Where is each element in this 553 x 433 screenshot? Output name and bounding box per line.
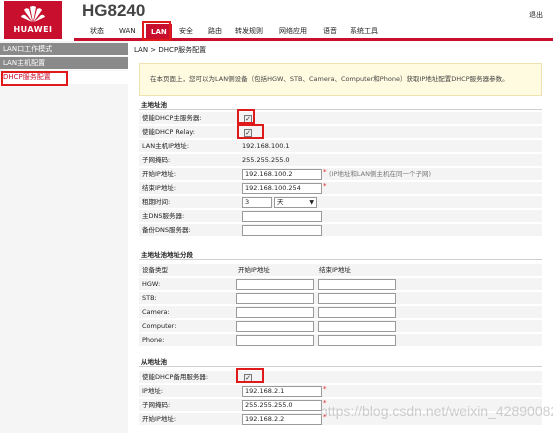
backup-ip-label: IP地址:	[142, 387, 164, 395]
pool-end-input[interactable]	[318, 293, 396, 304]
lan-ip-label: LAN主机IP地址:	[142, 142, 190, 150]
pool-device-label: HGW:	[142, 280, 161, 288]
pool-start-input[interactable]	[236, 321, 314, 332]
nav-system-tools[interactable]: 系统工具	[350, 24, 378, 38]
start-ip-input[interactable]: 192.168.100.2	[242, 169, 322, 180]
pool-row: Camera:	[139, 306, 542, 319]
lease-unit-select[interactable]: 天 ▼	[274, 197, 317, 208]
row-start-ip: 开始IP地址: 192.168.100.2 * (IP地址和LAN侧主机在同一个…	[139, 168, 542, 181]
lease-input[interactable]: 3	[242, 197, 272, 208]
nav-forward-rules[interactable]: 转发规则	[235, 24, 263, 38]
lease-unit-value: 天	[277, 198, 284, 206]
row-enable-backup: 使能DHCP备用服务器: ✓	[139, 371, 542, 384]
nav-status[interactable]: 状态	[90, 24, 104, 38]
lease-label: 租期时间:	[142, 198, 171, 206]
row-backup-ip: IP地址: 192.168.2.1 *	[139, 385, 542, 398]
lan-ip-value: 192.168.100.1	[242, 142, 290, 150]
pool-end-input[interactable]	[318, 321, 396, 332]
start-ip-hint: (IP地址和LAN侧主机在同一个子网)	[329, 170, 431, 178]
pool-header-row: 设备类型 开始IP地址 结束IP地址	[139, 264, 542, 277]
sidebar-item-lan-host[interactable]: LAN主机配置	[0, 57, 128, 70]
row-dns2: 备份DNS服务器:	[139, 224, 542, 237]
pool-device-label: Camera:	[142, 308, 170, 316]
pool-start-input[interactable]	[236, 307, 314, 318]
primary-pool-title: 主地址池	[139, 101, 542, 110]
col-device-type: 设备类型	[142, 266, 168, 274]
pool-start-input[interactable]	[236, 335, 314, 346]
pool-device-label: STB:	[142, 294, 157, 302]
pool-end-input[interactable]	[318, 335, 396, 346]
brand-text: HUAWEI	[13, 25, 53, 34]
nav-network-apps[interactable]: 网络应用	[279, 24, 307, 38]
exit-link[interactable]: 退出	[529, 10, 543, 20]
secondary-pool-title: 从地址池	[139, 358, 542, 367]
pool-row: Phone:	[139, 334, 542, 347]
required-mark: *	[323, 168, 327, 176]
enable-backup-highlight	[236, 368, 264, 383]
nav-route[interactable]: 路由	[208, 24, 222, 38]
col-end-ip: 结束IP地址	[319, 266, 351, 274]
pool-start-input[interactable]	[236, 293, 314, 304]
primary-pool-section: 主地址池	[139, 101, 542, 110]
row-enable-relay: 使能DHCP Relay: ✓	[139, 126, 542, 139]
start-ip-label: 开始IP地址:	[142, 170, 177, 178]
end-ip-input[interactable]: 192.168.100.254	[242, 183, 322, 194]
row-mask: 子网掩码: 255.255.255.0	[139, 154, 542, 167]
mask-label: 子网掩码:	[142, 156, 171, 164]
backup-mask-input[interactable]: 255.255.255.0	[242, 400, 322, 411]
watermark: https://blog.csdn.net/weixin_42890082	[320, 403, 553, 419]
sidebar: LAN口工作模式 LAN主机配置 DHCP服务配置	[0, 41, 128, 433]
pool-device-label: Phone:	[142, 336, 165, 344]
backup-start-input[interactable]: 192.168.2.2	[242, 414, 322, 425]
huawei-logo: HUAWEI	[4, 1, 62, 39]
secondary-pool-section: 从地址池	[139, 358, 542, 367]
pool-end-input[interactable]	[318, 307, 396, 318]
dhcp-item-highlight	[1, 71, 68, 86]
enable-server-highlight	[237, 109, 255, 124]
enable-relay-label: 使能DHCP Relay:	[142, 128, 195, 136]
pool-row: Computer:	[139, 320, 542, 333]
pool-end-input[interactable]	[318, 279, 396, 290]
sidebar-item-lan-mode[interactable]: LAN口工作模式	[0, 43, 128, 56]
row-end-ip: 结束IP地址: 192.168.100.254 *	[139, 182, 542, 195]
dns1-label: 主DNS服务器:	[142, 212, 185, 220]
nav-security[interactable]: 安全	[179, 24, 193, 38]
row-dns1: 主DNS服务器:	[139, 210, 542, 223]
enable-server-label: 使能DHCP主服务器:	[142, 114, 202, 122]
nav-voice[interactable]: 语音	[323, 24, 337, 38]
pool-row: HGW:	[139, 278, 542, 291]
row-enable-server: 使能DHCP主服务器: ✓	[139, 112, 542, 125]
backup-ip-input[interactable]: 192.168.2.1	[242, 386, 322, 397]
enable-relay-highlight	[237, 124, 264, 139]
row-lan-ip: LAN主机IP地址: 192.168.100.1	[139, 140, 542, 153]
mask-value: 255.255.255.0	[242, 156, 290, 164]
pool-device-label: Computer:	[142, 322, 177, 330]
col-start-ip: 开始IP地址	[238, 266, 270, 274]
dns2-input[interactable]	[242, 225, 322, 236]
model-name: HG8240	[82, 1, 146, 20]
pool-row: STB:	[139, 292, 542, 305]
lan-tab-highlight	[142, 21, 171, 41]
breadcrumb: LAN > DHCP服务配置	[134, 46, 207, 54]
required-mark: *	[323, 385, 327, 393]
end-ip-label: 结束IP地址:	[142, 184, 177, 192]
row-lease: 租期时间: 3 天 ▼	[139, 196, 542, 209]
dns2-label: 备份DNS服务器:	[142, 226, 191, 234]
required-mark: *	[323, 182, 327, 190]
pool-start-input[interactable]	[236, 279, 314, 290]
chevron-down-icon: ▼	[309, 199, 314, 206]
backup-start-label: 开始IP地址:	[142, 415, 177, 423]
enable-backup-label: 使能DHCP备用服务器:	[142, 373, 209, 381]
huawei-petals-icon	[21, 6, 45, 22]
backup-mask-label: 子网掩码:	[142, 401, 171, 409]
nav-wan[interactable]: WAN	[119, 24, 136, 38]
pool-segment-title: 主地址池地址分段	[139, 251, 542, 260]
pool-segment-section: 主地址池地址分段	[139, 251, 542, 260]
info-banner: 在本页面上，您可以为LAN侧设备（包括HGW、STB、Camera、Comput…	[139, 63, 542, 96]
dns1-input[interactable]	[242, 211, 322, 222]
